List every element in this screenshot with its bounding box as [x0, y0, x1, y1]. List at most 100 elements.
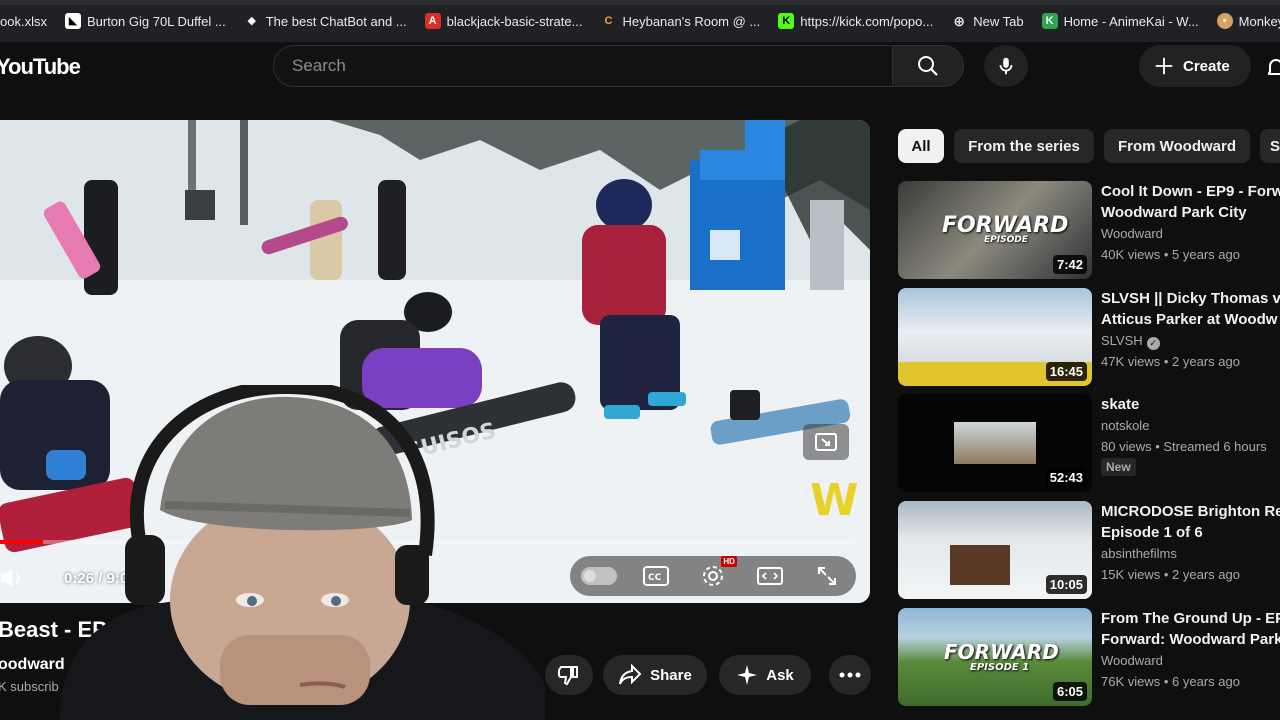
burton-icon: ◣ — [64, 13, 81, 29]
controls-right: CC HD — [570, 556, 856, 596]
kick-icon: K — [778, 13, 795, 29]
captions-button[interactable]: CC — [636, 558, 676, 594]
recommendation-item[interactable]: 16:45 SLVSH || Dicky Thomas v Atticus Par… — [898, 288, 1280, 386]
cc-icon: CC — [642, 566, 669, 586]
settings-button[interactable]: HD — [693, 556, 737, 594]
notifications-bell-icon[interactable] — [1265, 56, 1280, 83]
bookmark-7[interactable]: ⊕ New Tab — [951, 13, 1023, 29]
rec-meta: 40K views • 5 years ago — [1101, 247, 1240, 262]
rec-meta: 76K views • 6 years ago — [1101, 674, 1240, 689]
create-button[interactable]: Create — [1139, 45, 1251, 87]
sparkle-icon — [737, 665, 758, 685]
bookmark-6[interactable]: K https://kick.com/popo... — [778, 13, 933, 29]
recommendation-item[interactable]: FORWARD EPISODE 1 6:05 From The Ground U… — [898, 608, 1280, 706]
rec-meta: 15K views • 2 years ago — [1101, 567, 1240, 582]
rec-channel[interactable]: SLVSH ✓ — [1101, 333, 1280, 350]
recommendation-item[interactable]: 52:43 skate notskole 80 views • Streamed… — [898, 394, 1280, 492]
more-horizontal-icon — [839, 672, 861, 678]
youtube-logo[interactable]: YouTube — [0, 54, 81, 80]
pdf-icon: A — [424, 13, 441, 29]
new-badge: New — [1101, 458, 1136, 476]
masthead: YouTube Create — [0, 42, 1280, 98]
rec-meta: 80 views • Streamed 6 hours — [1101, 439, 1267, 454]
duration-badge: 52:43 — [1045, 468, 1087, 487]
bookmark-4[interactable]: A blackjack-basic-strate... — [424, 13, 583, 29]
bookmark-5[interactable]: C Heybanan's Room @ ... — [600, 13, 760, 29]
thumbnail[interactable]: 10:05 — [898, 501, 1092, 599]
ask-button[interactable]: Ask — [719, 655, 811, 695]
rec-title: From The Ground Up - EP Forward: Woodward… — [1101, 610, 1280, 648]
webcam-overlay — [0, 385, 545, 720]
search-box — [273, 45, 893, 87]
more-actions-button[interactable] — [829, 655, 871, 695]
thumbs-down-icon — [558, 666, 578, 686]
bookmark-1[interactable]: ook.xlsx — [0, 14, 47, 29]
chip-from-woodward[interactable]: From Woodward — [1104, 129, 1250, 163]
bookmark-label: The best ChatBot and ... — [265, 13, 407, 29]
bookmark-label: blackjack-basic-strate... — [446, 13, 583, 29]
microphone-icon — [999, 57, 1013, 75]
chip-from-series[interactable]: From the series — [954, 129, 1094, 163]
hd-badge: HD — [721, 556, 737, 567]
tab-strip-edge — [0, 0, 1280, 5]
bookmark-label: Home - AnimeKai - W... — [1063, 13, 1199, 29]
search-input[interactable] — [274, 46, 892, 86]
fullscreen-icon — [818, 567, 837, 585]
thumbnail-sign — [950, 545, 1010, 585]
recommendation-item[interactable]: FORWARD EPISODE 7:42 Cool It Down - EP9 … — [898, 181, 1280, 279]
dislike-button[interactable] — [545, 655, 593, 695]
pause-toggle-icon — [580, 567, 617, 585]
search-button[interactable] — [892, 45, 964, 87]
voice-search-button[interactable] — [984, 45, 1028, 87]
bookmark-9[interactable]: • Monkey: Free Rando — [1216, 13, 1280, 29]
theater-icon — [757, 567, 784, 585]
thumbnail[interactable]: FORWARD EPISODE 1 6:05 — [898, 608, 1092, 706]
duration-badge: 10:05 — [1045, 575, 1087, 594]
bookmark-label: https://kick.com/popo... — [800, 13, 934, 29]
thumbnail[interactable]: FORWARD EPISODE 7:42 — [898, 181, 1092, 279]
brand-mark: W — [810, 475, 859, 526]
autoplay-toggle[interactable] — [579, 558, 619, 594]
bookmarks-bar: ook.xlsx ◣ Burton Gig 70L Duffel ... ◆ T… — [0, 0, 1280, 42]
search-icon — [918, 56, 938, 76]
rec-title: MICRODOSE Brighton Re Episode 1 of 6 — [1101, 503, 1280, 541]
rec-channel[interactable]: absinthefilms — [1101, 546, 1280, 561]
streamer-image — [60, 385, 545, 720]
bookmark-3[interactable]: ◆ The best ChatBot and ... — [244, 13, 407, 29]
thumbnail-overlay-subtext: EPISODE — [984, 235, 1028, 245]
rec-channel[interactable]: notskole — [1101, 418, 1280, 433]
bookmark-8[interactable]: K Home - AnimeKai - W... — [1041, 13, 1199, 29]
gear-icon — [702, 566, 723, 586]
chaturbate-icon: C — [604, 15, 613, 27]
bookmark-label: ook.xlsx — [0, 13, 47, 29]
thumbnail[interactable]: 16:45 — [898, 288, 1092, 386]
bookmark-label: Monkey: Free Rando — [1238, 13, 1280, 29]
theater-mode-button[interactable] — [750, 558, 790, 594]
duration-badge: 6:05 — [1052, 682, 1087, 701]
recommendation-item[interactable]: 10:05 MICRODOSE Brighton Re Episode 1 of … — [898, 501, 1280, 599]
share-label: Share — [650, 666, 692, 684]
ask-label: Ask — [766, 666, 794, 684]
share-button[interactable]: Share — [603, 655, 707, 695]
fullscreen-button[interactable] — [807, 558, 847, 594]
chip-all[interactable]: All — [898, 129, 944, 163]
rec-channel[interactable]: Woodward — [1101, 653, 1280, 668]
thumbnail-inner-frame — [954, 422, 1036, 464]
bookmark-label: Burton Gig 70L Duffel ... — [86, 13, 226, 29]
expand-icon — [815, 433, 837, 451]
thumbnail-overlay-text: FORWARD — [944, 640, 1059, 664]
share-icon — [619, 664, 642, 685]
svg-text:CC: CC — [648, 573, 662, 583]
rec-channel[interactable]: Woodward — [1101, 226, 1280, 241]
plus-icon — [1155, 57, 1173, 75]
chip-more[interactable]: S — [1260, 129, 1280, 163]
miniplayer-button[interactable] — [803, 424, 849, 460]
bookmark-2[interactable]: ◣ Burton Gig 70L Duffel ... — [64, 13, 226, 29]
duration-badge: 16:45 — [1045, 362, 1087, 381]
chatbot-icon: ◆ — [247, 15, 256, 27]
bookmark-label: New Tab — [973, 13, 1024, 29]
rec-title: skate — [1101, 396, 1140, 413]
thumbnail[interactable]: 52:43 — [898, 394, 1092, 492]
rec-meta: 47K views • 2 years ago — [1101, 354, 1240, 369]
animekai-icon: K — [1041, 13, 1058, 29]
